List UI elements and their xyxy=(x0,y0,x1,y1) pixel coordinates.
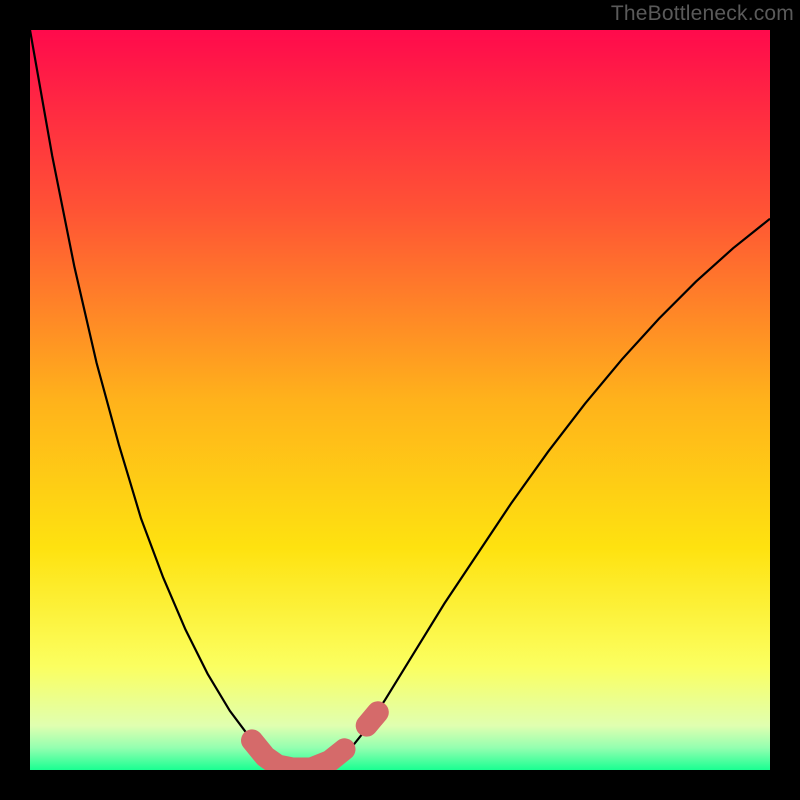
attribution-text: TheBottleneck.com xyxy=(611,2,794,26)
outer-frame: TheBottleneck.com xyxy=(0,0,800,800)
chart-svg xyxy=(30,30,770,770)
chart-area xyxy=(30,30,770,770)
